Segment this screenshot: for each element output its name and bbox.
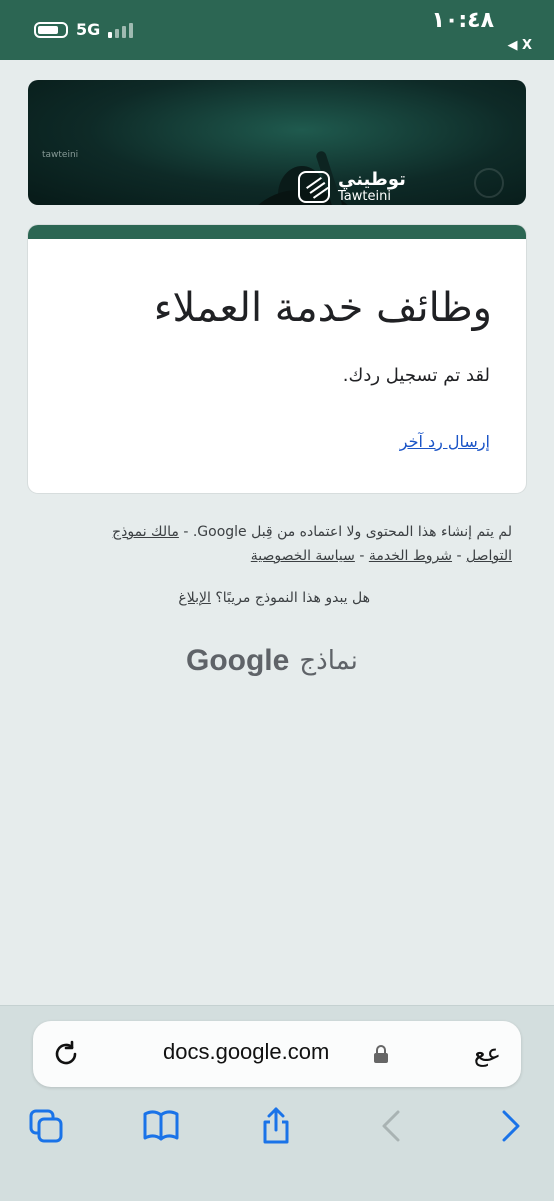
footer-disclaimer: لم يتم إنشاء هذا المحتوى ولا اعتماده من … (82, 520, 512, 568)
separator: - (359, 548, 365, 564)
network-label: 5G (76, 20, 101, 39)
terms-link[interactable]: شروط الخدمة (369, 548, 452, 564)
browser-bottom-bar: docs.google.com عع (0, 1005, 554, 1201)
text-size-button[interactable]: عع (474, 1039, 501, 1067)
tabs-icon[interactable] (26, 1106, 66, 1146)
reload-icon[interactable] (51, 1039, 81, 1069)
brand-name-ar: توطيني (338, 169, 406, 190)
bookmarks-icon[interactable] (141, 1106, 181, 1146)
address-bar[interactable]: docs.google.com عع (33, 1021, 521, 1087)
back-to-app-button[interactable]: ◀ X (507, 38, 532, 53)
confirmation-card: وظائف خدمة العملاء لقد تم تسجيل ردك. إرس… (28, 225, 526, 493)
signal-icon (108, 22, 134, 38)
browser-toolbar (0, 1106, 554, 1156)
forward-icon[interactable] (490, 1106, 530, 1146)
privacy-link[interactable]: سياسة الخصوصية (251, 548, 355, 564)
suspicious-text: هل يبدو هذا النموذج مريبًا؟ (215, 590, 370, 606)
card-accent-bar (28, 225, 526, 239)
brand-name-en: Tawteini (338, 188, 391, 204)
brand-logo: توطيني Tawteini (298, 170, 406, 204)
status-time: ١٠:٤٨ (431, 8, 494, 33)
google-forms-logo[interactable]: Google نماذج (186, 644, 358, 678)
report-section: هل يبدو هذا النموذج مريبًا؟ الإبلاغ (178, 590, 370, 606)
status-indicators: 5G (34, 20, 134, 39)
disclaimer-text: لم يتم إنشاء هذا المحتوى ولا اعتماده من … (183, 524, 512, 540)
share-icon[interactable] (256, 1106, 296, 1146)
battery-icon (34, 21, 68, 38)
back-icon[interactable] (372, 1106, 412, 1146)
form-header-banner: tawteini توطيني Tawteini (28, 80, 526, 205)
confirmation-message: لقد تم تسجيل ردك. (342, 365, 490, 386)
lock-icon (374, 1045, 388, 1063)
url-text[interactable]: docs.google.com (163, 1039, 329, 1065)
form-title: وظائف خدمة العملاء (153, 285, 492, 331)
banner-watermark: tawteini (42, 150, 79, 160)
google-wordmark: Google (186, 644, 290, 677)
forms-wordmark: نماذج (299, 646, 358, 676)
tawteini-logo-icon (298, 171, 330, 204)
submit-another-response-link[interactable]: إرسال رد آخر (400, 432, 490, 451)
report-link[interactable]: الإبلاغ (178, 590, 210, 606)
status-bar: 5G ١٠:٤٨ ◀ X (0, 0, 554, 60)
separator: - (456, 548, 462, 564)
user-icon (474, 168, 504, 198)
back-to-app-label: X (521, 38, 532, 53)
